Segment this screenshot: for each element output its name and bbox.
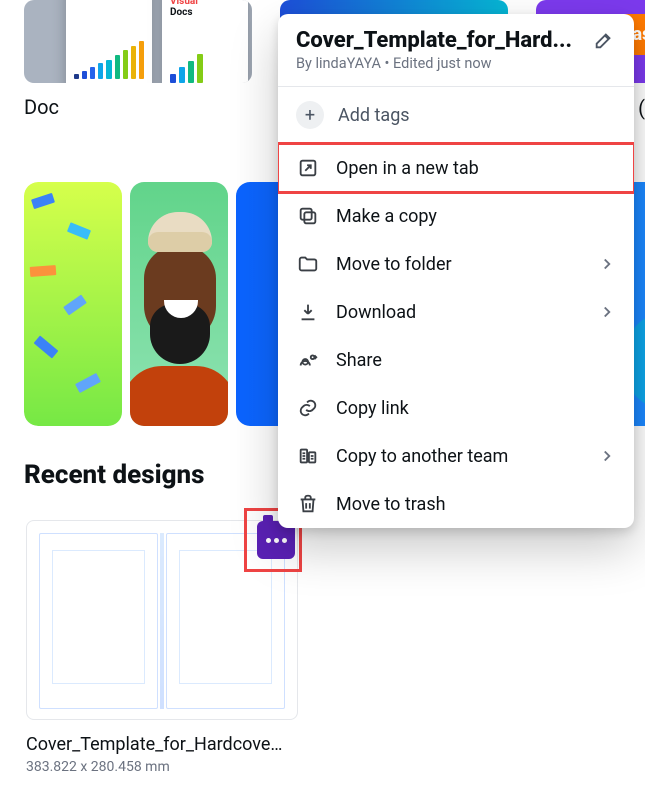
menu-header: Cover_Template_for_Hard... By lindaYAYA … <box>278 14 634 86</box>
design-docs-label: DesignVisualDocs <box>170 0 201 18</box>
recent-design-dimensions: 383.822 x 280.458 mm <box>26 759 298 775</box>
folder-icon <box>296 252 320 276</box>
add-tags-label: Add tags <box>338 105 410 126</box>
doc-template-thumb[interactable]: DesignVisualDocs <box>24 0 252 83</box>
add-tags-row[interactable]: + Add tags <box>278 87 634 143</box>
truncated-label: ( <box>638 96 645 120</box>
menu-item-label: Copy to another team <box>336 446 508 467</box>
chevron-right-icon <box>598 255 616 273</box>
open-external-icon <box>296 156 320 180</box>
menu-move-folder[interactable]: Move to folder <box>278 240 634 288</box>
share-icon <box>296 348 320 372</box>
chevron-right-icon <box>598 303 616 321</box>
menu-copy-team[interactable]: Copy to another team <box>278 432 634 480</box>
recent-design-title: Cover_Template_for_Hardcover_... <box>26 734 288 755</box>
rename-icon[interactable] <box>592 28 616 52</box>
menu-title: Cover_Template_for_Hard... <box>296 28 580 53</box>
design-context-menu: Cover_Template_for_Hard... By lindaYAYA … <box>278 14 634 528</box>
menu-open-new-tab[interactable]: Open in a new tab <box>278 144 634 192</box>
recent-designs-heading: Recent designs <box>24 460 205 490</box>
menu-subtitle: By lindaYAYA • Edited just now <box>296 55 580 72</box>
menu-item-label: Download <box>336 302 416 323</box>
doc-type-label: Doc <box>24 95 59 119</box>
copy-icon <box>296 204 320 228</box>
team-icon <box>296 444 320 468</box>
menu-copy-link[interactable]: Copy link <box>278 384 634 432</box>
menu-item-label: Make a copy <box>336 206 437 227</box>
menu-make-copy[interactable]: Make a copy <box>278 192 634 240</box>
chevron-right-icon <box>598 447 616 465</box>
menu-item-label: Open in a new tab <box>336 158 479 179</box>
menu-move-trash[interactable]: Move to trash <box>278 480 634 528</box>
plus-icon[interactable]: + <box>296 101 324 129</box>
menu-download[interactable]: Download <box>278 288 634 336</box>
menu-item-label: Copy link <box>336 398 409 419</box>
menu-item-label: Move to folder <box>336 254 452 275</box>
menu-item-label: Share <box>336 350 382 371</box>
confetti-tile[interactable] <box>24 182 122 426</box>
person-tile[interactable] <box>130 182 228 426</box>
download-icon <box>296 300 320 324</box>
link-icon <box>296 396 320 420</box>
menu-share[interactable]: Share <box>278 336 634 384</box>
menu-item-label: Move to trash <box>336 494 446 515</box>
trash-icon <box>296 492 320 516</box>
